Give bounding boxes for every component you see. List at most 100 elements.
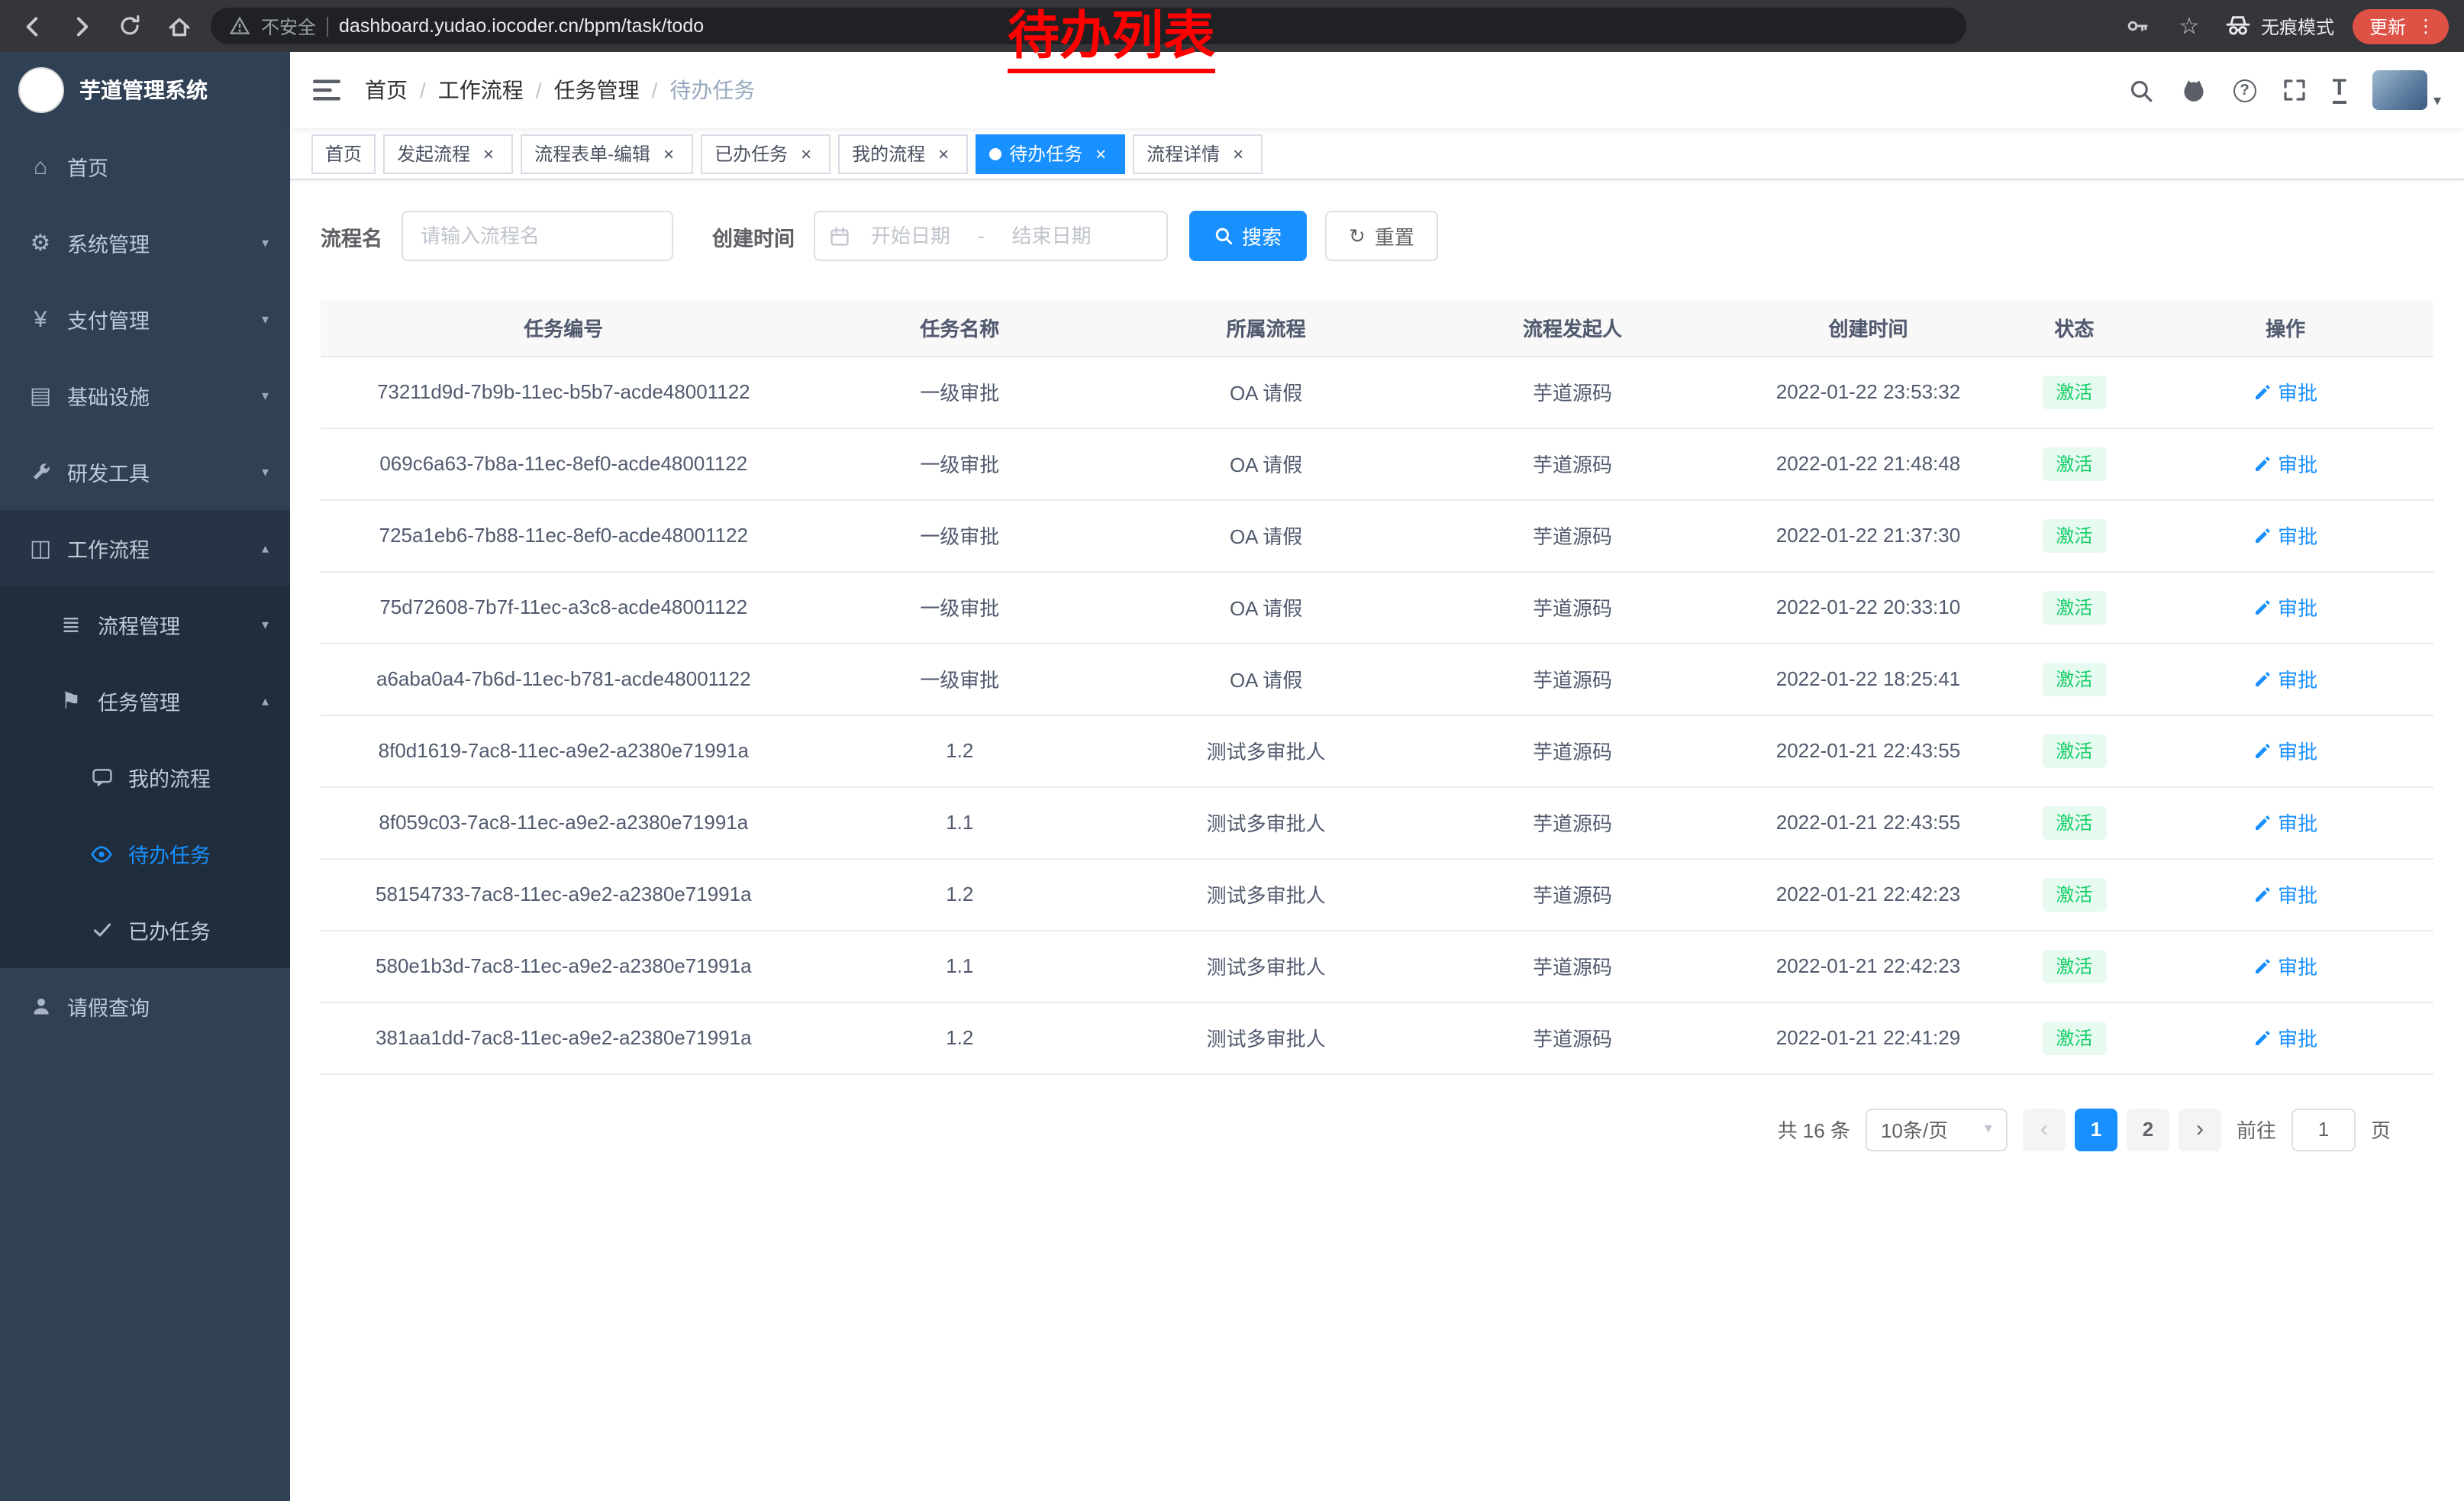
page-size-select[interactable]: 10条/页 ▾ [1866,1108,2008,1151]
sidebar-item-infrastructure[interactable]: ▤ 基础设施 ▾ [0,357,290,434]
edit-icon [2253,885,2272,903]
approve-link[interactable]: 审批 [2253,664,2317,693]
approve-link[interactable]: 审批 [2253,521,2317,550]
approve-link[interactable]: 审批 [2253,880,2317,909]
tab-my-process[interactable]: 我的流程 × [838,134,968,173]
avatar [2372,70,2427,110]
approve-link[interactable]: 审批 [2253,449,2317,478]
tab-start-process[interactable]: 发起流程 × [383,134,513,173]
sidebar-item-my-process[interactable]: 我的流程 [0,739,290,815]
process-name-input[interactable] [401,211,672,261]
cell-created: 2022-01-21 22:42:23 [1726,858,2011,930]
reset-button[interactable]: ↻ 重置 [1324,211,1439,261]
tab-form-edit[interactable]: 流程表单-编辑 × [521,134,693,173]
tab-done-tasks[interactable]: 已办任务 × [701,134,830,173]
close-tab-icon[interactable]: × [1227,143,1249,164]
sidebar-item-system[interactable]: ⚙ 系统管理 ▾ [0,205,290,281]
approve-link[interactable]: 审批 [2253,736,2317,765]
bookmark-star-icon[interactable]: ☆ [2172,9,2206,43]
chevron-down-icon: ▾ [262,234,269,251]
breadcrumb-task-mgmt[interactable]: 任务管理 [554,75,640,105]
approve-link[interactable]: 审批 [2253,1023,2317,1052]
sidebar-item-home[interactable]: ⌂ 首页 [0,128,290,205]
status-badge: 激活 [2042,877,2106,911]
sidebar-item-devtools[interactable]: 研发工具 ▾ [0,434,290,510]
infrastructure-icon: ▤ [27,382,53,409]
edit-icon [2253,526,2272,544]
cell-task-id: 73211d9d-7b9b-11ec-b5b7-acde48001122 [321,356,807,428]
cell-status: 激活 [2011,499,2137,571]
sidebar-item-task-mgmt[interactable]: ⚑ 任务管理 ▴ [0,663,290,739]
forward-button[interactable] [64,9,98,43]
home-button[interactable] [162,9,195,43]
caret-down-icon: ▾ [1985,1121,1992,1138]
cell-created: 2022-01-22 20:33:10 [1726,571,2011,643]
tab-process-detail[interactable]: 流程详情 × [1133,134,1263,173]
cell-action: 审批 [2137,858,2433,930]
search-icon[interactable] [2128,77,2154,103]
tab-home[interactable]: 首页 [311,134,376,173]
breadcrumb-home[interactable]: 首页 [365,75,408,105]
table-row: 8f0d1619-7ac8-11ec-a9e2-a2380e71991a 1.2… [321,715,2433,786]
browser-menu-icon[interactable]: ⋮ [2417,17,2435,35]
logo-row[interactable]: 芋道管理系统 [0,52,290,128]
tab-todo-tasks[interactable]: 待办任务 × [976,134,1125,173]
sidebar-item-workflow[interactable]: ◫ 工作流程 ▴ [0,510,290,586]
approve-link[interactable]: 审批 [2253,808,2317,837]
goto-unit-label: 页 [2371,1115,2391,1144]
update-button[interactable]: 更新 ⋮ [2353,8,2449,44]
start-date-input[interactable] [856,224,966,247]
breadcrumb-workflow[interactable]: 工作流程 [438,75,524,105]
close-tab-icon[interactable]: × [1090,143,1111,164]
cell-process: OA 请假 [1113,499,1419,571]
table-row: 58154733-7ac8-11ec-a9e2-a2380e71991a 1.2… [321,858,2433,930]
password-key-icon[interactable] [2121,9,2154,43]
cell-created: 2022-01-22 23:53:32 [1726,356,2011,428]
cell-task-id: 8f0d1619-7ac8-11ec-a9e2-a2380e71991a [321,715,807,786]
font-size-icon[interactable]: T [2333,76,2346,104]
edit-icon [2253,813,2272,831]
status-badge: 激活 [2042,949,2106,983]
sidebar-toggle-icon[interactable] [313,78,340,102]
close-tab-icon[interactable]: × [658,143,679,164]
user-avatar-menu[interactable]: ▾ [2372,70,2441,110]
prev-page-button[interactable]: ‹ [2023,1108,2066,1151]
sidebar-item-payment[interactable]: ¥ 支付管理 ▾ [0,281,290,357]
sidebar-item-leave-query[interactable]: 请假查询 [0,968,290,1044]
goto-label: 前往 [2237,1115,2276,1144]
sidebar-item-todo-tasks[interactable]: 待办任务 [0,815,290,892]
page-button-2[interactable]: 2 [2127,1108,2169,1151]
cell-action: 审批 [2137,715,2433,786]
close-tab-icon[interactable]: × [795,143,817,164]
page-button-1[interactable]: 1 [2075,1108,2117,1151]
github-icon[interactable] [2180,76,2208,104]
cell-starter: 芋道源码 [1419,643,1725,715]
wrench-icon [27,461,53,483]
approve-link[interactable]: 审批 [2253,951,2317,980]
approve-link[interactable]: 审批 [2253,592,2317,621]
incognito-label: 无痕模式 [2261,13,2334,39]
help-icon[interactable]: ? [2233,79,2256,102]
next-page-button[interactable]: › [2179,1108,2221,1151]
fullscreen-icon[interactable] [2282,78,2307,102]
close-tab-icon[interactable]: × [933,143,954,164]
back-button[interactable] [15,9,49,43]
eye-icon [89,842,114,865]
search-button[interactable]: 搜索 [1188,211,1306,261]
sidebar-item-process-mgmt[interactable]: ≣ 流程管理 ▾ [0,586,290,663]
address-bar[interactable]: 不安全 dashboard.yudao.iocoder.cn/bpm/task/… [211,8,1966,44]
approve-link[interactable]: 审批 [2253,377,2317,406]
warning-icon [229,15,250,37]
close-tab-icon[interactable]: × [478,143,499,164]
chevron-up-icon: ▴ [262,540,269,557]
chevron-down-icon: ▾ [262,463,269,480]
omnibox-divider [327,16,328,36]
goto-page-input[interactable] [2291,1108,2356,1151]
date-range-picker[interactable]: - [813,211,1167,261]
sidebar-item-done-tasks[interactable]: 已办任务 [0,892,290,968]
end-date-input[interactable] [997,224,1107,247]
refresh-button[interactable] [113,9,147,43]
table-row: 381aa1dd-7ac8-11ec-a9e2-a2380e71991a 1.2… [321,1002,2433,1073]
calendar-icon [828,225,850,247]
todo-task-table: 任务编号 任务名称 所属流程 流程发起人 创建时间 状态 操作 [321,301,2433,1074]
